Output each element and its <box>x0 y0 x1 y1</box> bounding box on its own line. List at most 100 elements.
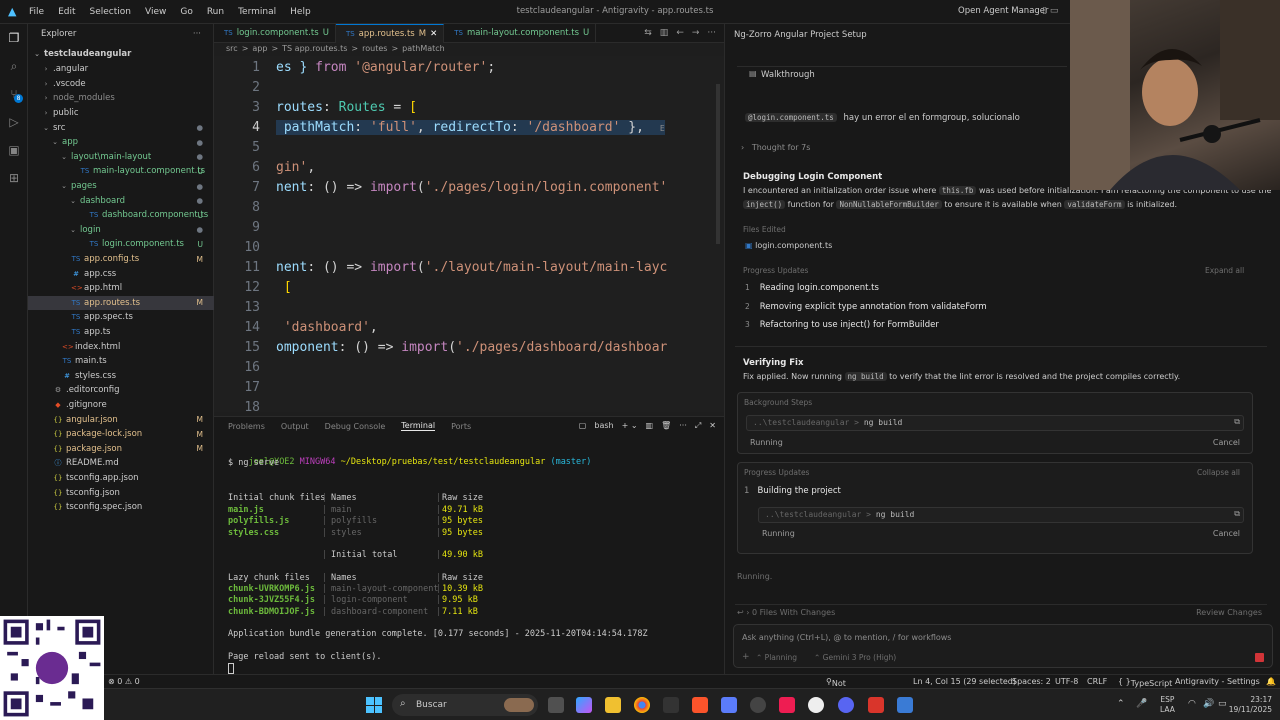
mode-selector[interactable]: ⌃ Planning <box>756 653 797 662</box>
kill-terminal-icon[interactable]: 🗑 <box>661 421 671 431</box>
tree-item[interactable]: {} tsconfig.json <box>28 485 214 500</box>
problems-count[interactable]: ⊗ 0 ⚠ 0 <box>108 677 140 686</box>
tree-item[interactable]: TS app.ts <box>28 325 214 340</box>
menu-item-help[interactable]: Help <box>290 7 311 17</box>
tree-item[interactable]: {} tsconfig.app.json <box>28 471 214 486</box>
editor-tab[interactable]: TS main-layout.component.ts U <box>444 23 597 43</box>
open-agent-manager-button[interactable]: Open Agent Manager <box>958 6 1049 16</box>
tray-chevron-icon[interactable]: ⌃ <box>1117 699 1125 709</box>
close-panel-icon[interactable]: ✕ <box>709 421 716 431</box>
tree-item[interactable]: › .vscode <box>28 77 214 92</box>
breadcrumb-item[interactable]: src <box>226 44 238 53</box>
split-editor-icon[interactable]: ▥ <box>660 28 669 38</box>
tree-item[interactable]: {} angular.json M <box>28 412 214 427</box>
tree-root[interactable]: ⌄ testclaudeangular <box>28 47 214 62</box>
windows-start-icon[interactable] <box>366 697 382 713</box>
terminal-shell-label[interactable]: bash <box>594 421 613 431</box>
tree-item[interactable]: # app.css <box>28 266 214 281</box>
app-icon[interactable] <box>721 697 737 713</box>
layout-toggle-icons[interactable]: ▯ ▭ <box>1042 6 1058 16</box>
chatgpt-icon[interactable] <box>808 697 824 713</box>
cancel-button[interactable]: Cancel <box>1213 438 1240 447</box>
source-control-compare-icon[interactable]: ⇆ <box>644 28 652 38</box>
terminal-shell-icon[interactable]: ▢ <box>579 421 587 431</box>
copy-icon[interactable]: ⧉ <box>1234 417 1240 427</box>
panel-tab-ports[interactable]: Ports <box>451 422 471 431</box>
tree-item[interactable]: ⌄ login ● <box>28 223 214 238</box>
network-icon[interactable]: ◠ <box>1188 699 1196 709</box>
more-icon[interactable]: ··· <box>707 28 716 38</box>
copilot-icon[interactable] <box>576 697 592 713</box>
more-icon[interactable]: ··· <box>679 421 687 431</box>
panel-tab-debug-console[interactable]: Debug Console <box>325 422 386 431</box>
tree-item[interactable]: {} package.json M <box>28 442 214 457</box>
split-terminal-icon[interactable]: ▥ <box>646 421 654 431</box>
brave-icon[interactable] <box>692 697 708 713</box>
task-view-icon[interactable] <box>548 697 564 713</box>
taskbar-search[interactable]: ⌕ Buscar <box>392 694 538 716</box>
panel-tab-terminal[interactable]: Terminal <box>401 421 436 431</box>
tree-item[interactable]: › public <box>28 106 214 121</box>
battery-icon[interactable]: ▭ <box>1218 699 1227 709</box>
new-terminal-icon[interactable]: + ⌄ <box>622 421 638 431</box>
tree-item[interactable]: <> index.html <box>28 339 214 354</box>
walkthrough-button[interactable]: ▤ Walkthrough <box>737 66 1067 82</box>
tree-item[interactable]: › node_modules <box>28 91 214 106</box>
tree-item[interactable]: TS login.component.ts U <box>28 237 214 252</box>
notifications-icon[interactable]: 🔔 <box>1266 677 1276 686</box>
terminal-app-icon[interactable] <box>663 697 679 713</box>
edited-file-link[interactable]: ▣ login.component.ts <box>745 241 832 250</box>
tree-item[interactable]: ⌄ pages ● <box>28 179 214 194</box>
tree-item[interactable]: TS app.config.ts M <box>28 252 214 267</box>
stop-button[interactable] <box>1255 653 1264 662</box>
review-changes-button[interactable]: Review Changes <box>1196 608 1262 617</box>
tree-item[interactable]: TS app.spec.ts <box>28 310 214 325</box>
breadcrumb-item[interactable]: routes <box>362 44 387 53</box>
tree-item[interactable]: ⓘ README.md <box>28 456 214 471</box>
menu-item-run[interactable]: Run <box>207 7 224 17</box>
tree-item[interactable]: ⌄ src ● <box>28 120 214 135</box>
tree-item[interactable]: {} tsconfig.spec.json <box>28 500 214 515</box>
settings-link[interactable]: Antigravity - Settings <box>1175 677 1260 686</box>
editor-tab[interactable]: TS login.component.ts U <box>214 23 336 43</box>
line-ending[interactable]: CRLF <box>1087 677 1107 686</box>
antigravity-icon[interactable] <box>897 697 913 713</box>
maximize-panel-icon[interactable]: ⤢ <box>695 421 701 431</box>
language-mode[interactable]: { } TypeScript <box>1118 677 1172 688</box>
scrollbar[interactable] <box>716 84 720 244</box>
breadcrumb-item[interactable]: app <box>252 44 267 53</box>
tree-item[interactable]: ◆ .gitignore <box>28 398 214 413</box>
model-selector[interactable]: ⌃ Gemini 3 Pro (High) <box>814 653 896 662</box>
copy-icon[interactable]: ⧉ <box>1234 509 1240 519</box>
menu-item-edit[interactable]: Edit <box>58 7 75 17</box>
tree-item[interactable]: TS app.routes.ts M <box>28 295 214 311</box>
code-editor[interactable]: 1 es } from '@angular/router'; 2 3 routes: R… <box>214 56 724 412</box>
extensions-icon[interactable]: ⊞ <box>6 170 22 186</box>
menu-item-file[interactable]: File <box>29 7 44 17</box>
close-icon[interactable]: ✕ <box>430 29 437 39</box>
menu-item-go[interactable]: Go <box>180 7 192 17</box>
tiktok-icon[interactable] <box>779 697 795 713</box>
go-forward-icon[interactable]: → <box>692 28 700 38</box>
tree-item[interactable]: ⌄ app ● <box>28 135 214 150</box>
tree-item[interactable]: ⚙ .editorconfig <box>28 383 214 398</box>
language-indicator[interactable]: ESP LAA <box>1160 695 1175 715</box>
more-actions-icon[interactable]: ··· <box>193 29 201 39</box>
chrome-icon[interactable] <box>634 697 650 713</box>
clock[interactable]: 23:17 19/11/2025 <box>1228 695 1272 715</box>
tree-item[interactable]: TS main-layout.component.ts U <box>28 164 214 179</box>
collapse-all-button[interactable]: Collapse all <box>1197 468 1240 477</box>
tree-item[interactable]: <> app.html <box>28 281 214 296</box>
tree-item[interactable]: › .angular <box>28 62 214 77</box>
cancel-button-2[interactable]: Cancel <box>1213 529 1240 538</box>
volume-icon[interactable]: 🔊 <box>1203 699 1214 709</box>
tree-item[interactable]: {} package-lock.json M <box>28 427 214 442</box>
commit-status[interactable]: ⚲ Not Committed Yet <box>826 677 876 706</box>
remote-explorer-icon[interactable]: ▣ <box>6 142 22 158</box>
run-debug-icon[interactable]: ▷ <box>6 114 22 130</box>
panel-tab-output[interactable]: Output <box>281 422 309 431</box>
tree-item[interactable]: ⌄ layout\main-layout ● <box>28 150 214 165</box>
tray-icon[interactable]: 🎤 <box>1136 699 1147 709</box>
search-icon[interactable]: ⌕ <box>6 58 22 74</box>
file-explorer-icon[interactable] <box>605 697 621 713</box>
